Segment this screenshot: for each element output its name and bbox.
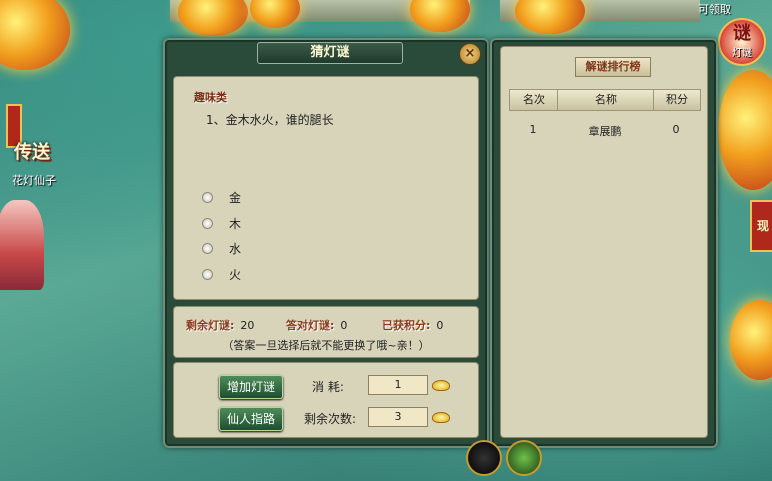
riddle-event-icon[interactable]: 谜 灯谜 [718, 18, 766, 66]
answer-option-2[interactable]: 木 [202, 215, 241, 231]
question-box: 趣味类 1、金木水火，谁的腿长 金 木 水 火 [173, 76, 479, 300]
hint-button[interactable]: 仙人指路 [219, 407, 283, 431]
lantern-decoration [0, 0, 70, 70]
gold-ingot-icon [432, 412, 450, 423]
score-label: 已获积分: [382, 319, 431, 332]
fairy-npc[interactable] [0, 200, 44, 290]
column-header-score: 积分 [653, 89, 701, 111]
lantern-decoration [718, 70, 772, 190]
radio-button[interactable] [202, 242, 213, 254]
option-label: 火 [229, 267, 242, 282]
column-header-name: 名称 [557, 89, 655, 111]
riddle-icon-label: 灯谜 [732, 48, 752, 59]
score-cell: 0 [672, 123, 680, 136]
dialog-title: 猜灯谜 [257, 42, 403, 64]
times-label: 剩余次数: [304, 412, 357, 426]
correct-riddles: 答对灯谜: 0 [286, 317, 347, 333]
score-value: 0 [436, 319, 444, 332]
ranking-panel: 解谜排行榜 名次 名称 积分 1 章展鹏 0 [490, 38, 718, 448]
correct-label: 答对灯谜: [286, 319, 335, 332]
gold-ingot-icon [432, 380, 450, 391]
radio-button[interactable] [202, 191, 213, 203]
skill-orb[interactable] [466, 440, 502, 476]
riddle-category: 趣味类 [194, 91, 227, 104]
earned-score: 已获积分: 0 [382, 317, 443, 333]
riddle-question: 1、金木水火，谁的腿长 [206, 113, 334, 127]
teleport-label[interactable]: 传送 [14, 138, 50, 164]
answer-notice: （答案一旦选择后就不能更换了哦~亲！） [222, 339, 430, 352]
answer-option-3[interactable]: 水 [202, 240, 241, 256]
side-event-tab[interactable]: 现 [750, 200, 772, 252]
remaining-label: 剩余灯谜: [186, 319, 235, 332]
cost-field: 1 [368, 375, 428, 395]
lantern-decoration [410, 0, 470, 32]
lantern-decoration [515, 0, 585, 34]
radio-button[interactable] [202, 217, 213, 229]
stats-box: 剩余灯谜: 20 答对灯谜: 0 已获积分: 0 （答案一旦选择后就不能更换了哦~亲！… [173, 306, 479, 358]
times-field: 3 [368, 407, 428, 427]
close-icon[interactable]: × [459, 43, 481, 65]
ranking-title: 解谜排行榜 [575, 57, 651, 77]
ranking-box: 解谜排行榜 名次 名称 积分 1 章展鹏 0 [500, 46, 708, 438]
radio-button[interactable] [202, 268, 213, 280]
remaining-value: 20 [240, 319, 255, 332]
option-label: 木 [229, 216, 242, 231]
action-box: 增加灯谜 仙人指路 消 耗: 1 剩余次数: 3 [173, 362, 479, 438]
option-label: 金 [229, 190, 242, 205]
npc-name-label: 花灯仙子 [12, 174, 56, 187]
name-cell: 章展鹏 [588, 125, 622, 138]
rank-cell: 1 [529, 123, 537, 136]
riddle-icon-glyph: 谜 [733, 23, 751, 44]
lantern-decoration [730, 300, 772, 380]
skill-orb[interactable] [506, 440, 542, 476]
lantern-decoration [250, 0, 300, 28]
riddle-dialog: 猜灯谜 × 趣味类 1、金木水火，谁的腿长 金 木 水 火 剩余灯谜: 20 答对… [163, 38, 489, 448]
column-header-rank: 名次 [509, 89, 559, 111]
lantern-decoration [178, 0, 248, 36]
side-event-label: 现 [756, 219, 769, 233]
answer-option-4[interactable]: 火 [202, 266, 241, 282]
cost-label: 消 耗: [312, 380, 344, 394]
claim-reward-text[interactable]: 可领取 [698, 1, 731, 17]
add-riddle-button[interactable]: 增加灯谜 [219, 375, 283, 399]
option-label: 水 [229, 241, 242, 256]
answer-option-1[interactable]: 金 [202, 189, 241, 205]
remaining-riddles: 剩余灯谜: 20 [186, 317, 254, 333]
correct-value: 0 [340, 319, 348, 332]
